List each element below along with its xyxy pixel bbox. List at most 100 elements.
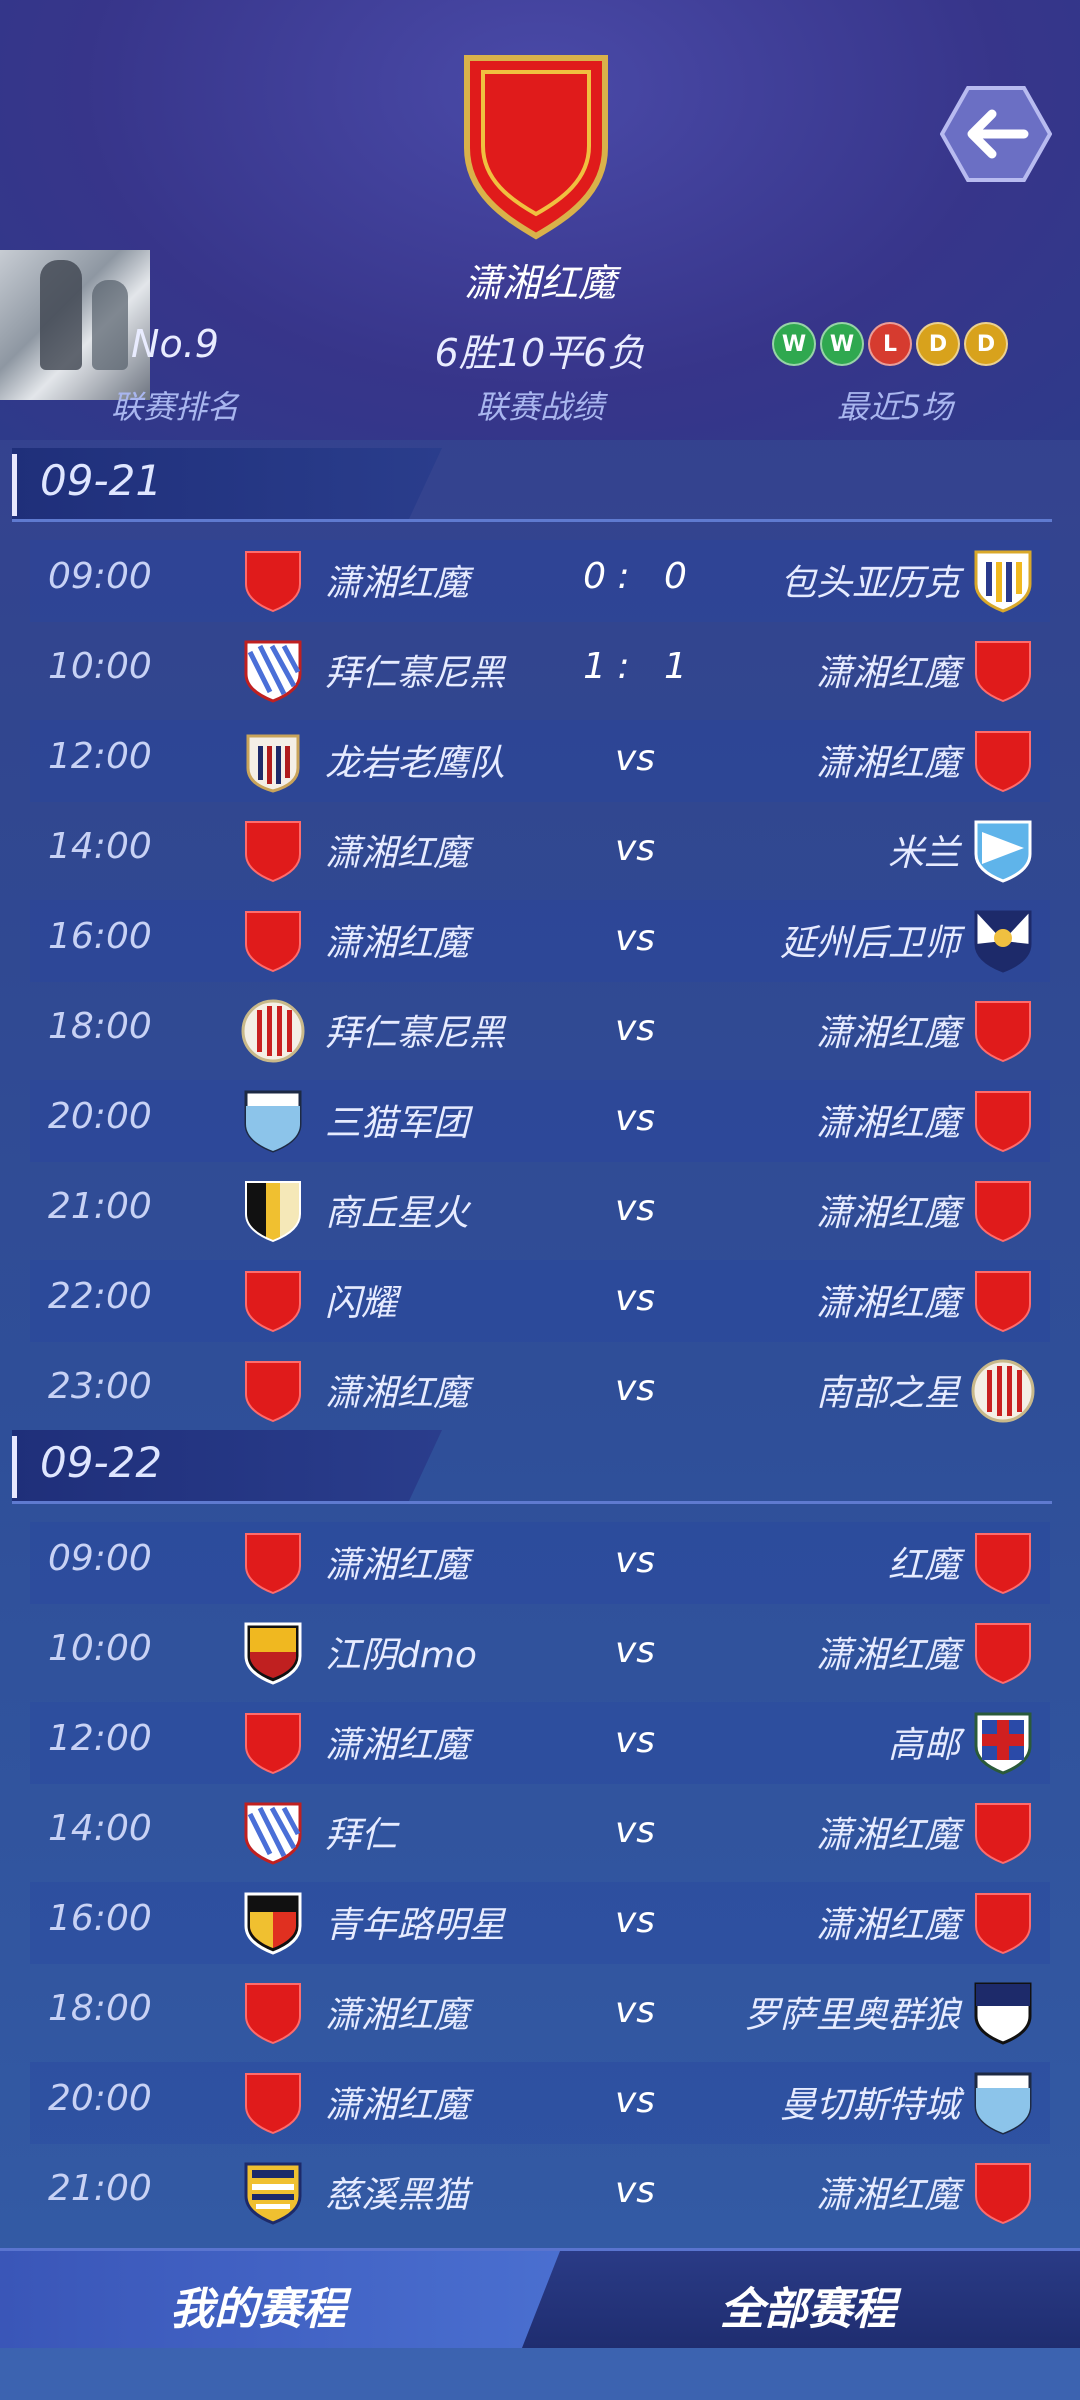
home-crest-icon <box>240 818 306 884</box>
date-header: 09-21 <box>12 448 1052 522</box>
match-row[interactable]: 16:00 潇湘红魔 vs 延州后卫师 <box>30 900 1050 982</box>
match-time: 16:00 <box>48 1898 152 1939</box>
away-team-name: 潇湘红魔 <box>815 743 960 784</box>
home-crest-icon <box>240 1530 306 1596</box>
away-team-name: 潇湘红魔 <box>815 2175 960 2216</box>
match-row[interactable]: 18:00 潇湘红魔 vs 罗萨里奥群狼 <box>30 1972 1050 2054</box>
match-vs: vs <box>614 918 656 959</box>
away-team-name: 罗萨里奥群狼 <box>743 1995 960 2036</box>
tab-my-schedule[interactable]: 我的赛程 <box>0 2251 560 2351</box>
recent-form: WWLDD <box>772 322 1008 366</box>
away-crest-icon <box>970 638 1036 704</box>
away-crest-icon <box>970 1530 1036 1596</box>
match-vs: vs <box>614 2080 656 2121</box>
away-team-name: 潇湘红魔 <box>815 1193 960 1234</box>
away-team-name: 潇湘红魔 <box>815 1013 960 1054</box>
match-row[interactable]: 21:00 慈溪黑猫 vs 潇湘红魔 <box>30 2152 1050 2234</box>
home-crest-icon <box>240 1800 306 1866</box>
home-crest-icon <box>240 548 306 614</box>
team-name: 潇湘红魔 <box>463 261 616 305</box>
home-team-name: 闪耀 <box>325 1283 398 1324</box>
match-row[interactable]: 14:00 潇湘红魔 vs 米兰 <box>30 810 1050 892</box>
away-crest-icon <box>970 1088 1036 1154</box>
home-crest-icon <box>240 1358 306 1424</box>
home-crest-icon <box>240 728 306 794</box>
date-label: 09-22 <box>40 1438 163 1487</box>
match-vs: vs <box>614 1900 656 1941</box>
home-team-name: 拜仁慕尼黑 <box>325 1013 506 1054</box>
home-crest-icon <box>240 1620 306 1686</box>
away-team-name: 潇湘红魔 <box>815 1905 960 1946</box>
away-team-name: 曼切斯特城 <box>779 2085 960 2126</box>
home-crest-icon <box>240 2070 306 2136</box>
match-vs: vs <box>614 1368 656 1409</box>
match-row[interactable]: 20:00 三猫军团 vs 潇湘红魔 <box>30 1080 1050 1162</box>
away-team-name: 潇湘红魔 <box>815 1635 960 1676</box>
match-row[interactable]: 16:00 青年路明星 vs 潇湘红魔 <box>30 1882 1050 1964</box>
match-row[interactable]: 18:00 拜仁慕尼黑 vs 潇湘红魔 <box>30 990 1050 1072</box>
match-vs: vs <box>614 828 656 869</box>
bottom-strip <box>0 2348 1080 2400</box>
away-team-name: 潇湘红魔 <box>815 1815 960 1856</box>
home-team-name: 慈溪黑猫 <box>325 2175 470 2216</box>
match-vs: vs <box>614 1278 656 1319</box>
form-dot: W <box>772 322 816 366</box>
match-time: 12:00 <box>48 736 152 777</box>
tab-my-schedule-label: 我的赛程 <box>170 2284 346 2335</box>
match-row[interactable]: 20:00 潇湘红魔 vs 曼切斯特城 <box>30 2062 1050 2144</box>
match-row[interactable]: 12:00 龙岩老鹰队 vs 潇湘红魔 <box>30 720 1050 802</box>
match-time: 14:00 <box>48 1808 152 1849</box>
match-row[interactable]: 22:00 闪耀 vs 潇湘红魔 <box>30 1260 1050 1342</box>
match-time: 20:00 <box>48 1096 152 1137</box>
home-team-name: 潇湘红魔 <box>325 1995 470 2036</box>
back-arrow-icon[interactable] <box>940 84 1052 184</box>
match-vs: vs <box>614 1188 656 1229</box>
away-team-name: 高邮 <box>887 1725 960 1766</box>
away-crest-icon <box>970 728 1036 794</box>
away-crest-icon <box>970 1710 1036 1776</box>
home-crest-icon <box>240 1088 306 1154</box>
away-team-name: 潇湘红魔 <box>815 1283 960 1324</box>
away-crest-icon <box>970 1620 1036 1686</box>
match-time: 21:00 <box>48 1186 152 1227</box>
home-team-name: 青年路明星 <box>325 1905 506 1946</box>
match-vs: vs <box>614 2170 656 2211</box>
away-crest-icon <box>970 908 1036 974</box>
team-header: 潇湘红魔 No.9 联赛排名 6胜10平6负 联赛战绩 WWLDD 最近5场 <box>0 0 1080 440</box>
match-row[interactable]: 14:00 拜仁 vs 潇湘红魔 <box>30 1792 1050 1874</box>
match-row[interactable]: 09:00 潇湘红魔 vs 红魔 <box>30 1522 1050 1604</box>
match-time: 18:00 <box>48 1988 152 2029</box>
match-row[interactable]: 21:00 商丘星火 vs 潇湘红魔 <box>30 1170 1050 1252</box>
match-vs: vs <box>614 1990 656 2031</box>
home-crest-icon <box>240 1178 306 1244</box>
home-team-name: 江阴dmo <box>325 1635 477 1676</box>
match-time: 22:00 <box>48 1276 152 1317</box>
match-score: 0 : 0 <box>583 556 687 597</box>
match-score: 1 : 1 <box>583 646 687 687</box>
match-time: 23:00 <box>48 1366 152 1407</box>
match-vs: vs <box>614 1630 656 1671</box>
home-team-name: 潇湘红魔 <box>325 563 470 604</box>
home-crest-icon <box>240 908 306 974</box>
match-time: 16:00 <box>48 916 152 957</box>
match-row[interactable]: 23:00 潇湘红魔 vs 南部之星 <box>30 1350 1050 1432</box>
home-crest-icon <box>240 1268 306 1334</box>
match-time: 20:00 <box>48 2078 152 2119</box>
away-team-name: 红魔 <box>887 1545 960 1586</box>
match-row[interactable]: 09:00 潇湘红魔 0 : 0 包头亚历克 <box>30 540 1050 622</box>
away-team-name: 潇湘红魔 <box>815 1103 960 1144</box>
tab-all-schedule[interactable]: 全部赛程 <box>720 2273 896 2337</box>
home-crest-icon <box>240 1890 306 1956</box>
match-time: 09:00 <box>48 1538 152 1579</box>
home-team-name: 商丘星火 <box>325 1193 470 1234</box>
match-row[interactable]: 10:00 江阴dmo vs 潇湘红魔 <box>30 1612 1050 1694</box>
form-dot: W <box>820 322 864 366</box>
match-row[interactable]: 10:00 拜仁慕尼黑 1 : 1 潇湘红魔 <box>30 630 1050 712</box>
bottom-nav: 我的赛程 全部赛程 <box>0 2248 1080 2351</box>
record-value: 6胜10平6负 <box>434 331 646 375</box>
date-header: 09-22 <box>12 1430 1052 1504</box>
match-row[interactable]: 12:00 潇湘红魔 vs 高邮 <box>30 1702 1050 1784</box>
match-vs: vs <box>614 1008 656 1049</box>
home-team-name: 拜仁慕尼黑 <box>325 653 506 694</box>
match-vs: vs <box>614 1540 656 1581</box>
